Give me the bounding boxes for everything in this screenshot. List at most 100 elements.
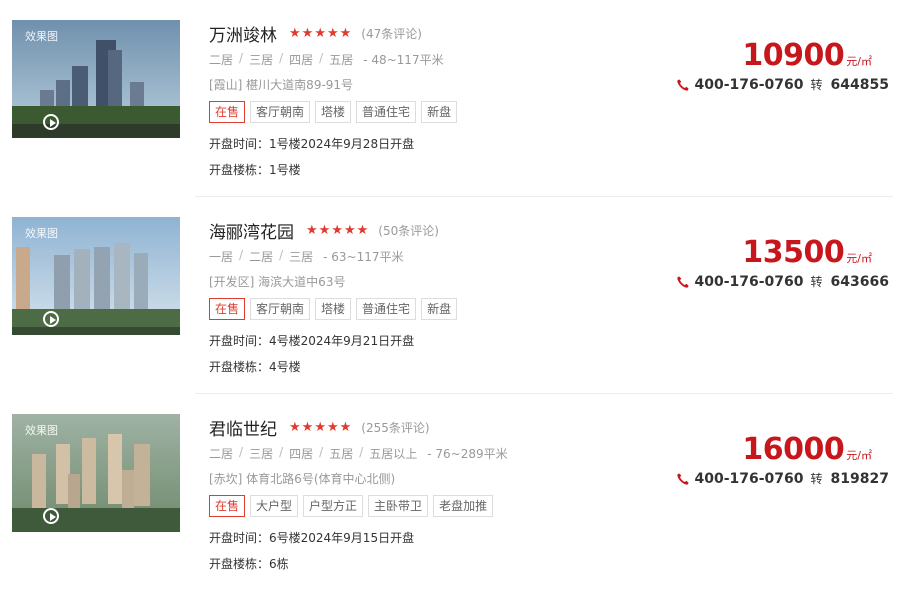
price-value: 10900 — [742, 38, 845, 73]
star-icon: ★ — [326, 419, 339, 435]
star-icon: ★ — [301, 419, 314, 435]
tag: 塔楼 — [315, 101, 352, 123]
price-value: 16000 — [742, 432, 845, 467]
room-type: 二居 — [249, 250, 274, 264]
separator: / — [279, 445, 284, 459]
tag-on-sale: 在售 — [209, 495, 246, 517]
room-type: 五居以上 — [369, 447, 418, 461]
separator: / — [279, 51, 284, 65]
phone-contact[interactable]: 400-176-0760 转 644855 — [676, 76, 889, 93]
room-type: 二居 — [209, 53, 234, 67]
rating-stars: ★ ★ ★ ★ ★ — [289, 421, 351, 434]
separator: / — [319, 445, 324, 459]
listing-card[interactable]: 效果图 海郦湾花园 ★ ★ ★ ★ ★ (50条评论) 一居 / 二居 / 三居 - 63~… — [0, 197, 907, 394]
room-type: 二居 — [209, 447, 234, 461]
open-time: 开盘时间：1号楼2024年9月28日开盘 — [209, 137, 415, 151]
separator: / — [279, 248, 284, 262]
room-type: 四居 — [289, 447, 314, 461]
star-icon: ★ — [289, 25, 301, 41]
review-count[interactable]: (50条评论) — [378, 222, 439, 239]
open-building: 开盘楼栋：4号楼 — [209, 360, 301, 374]
ext-label: 转 — [810, 275, 823, 289]
phone-number: 400-176-0760 — [694, 273, 804, 290]
listing-card[interactable]: 效果图 君临世纪 ★ ★ ★ ★ ★ (255条评论) 二居 / 三居 / 四居 / 五居 / … — [0, 394, 907, 591]
play-icon[interactable] — [43, 311, 59, 327]
title-row: 海郦湾花园 ★ ★ ★ ★ ★ (50条评论) — [209, 217, 439, 243]
image-tag: 效果图 — [25, 424, 58, 437]
tag-on-sale: 在售 — [209, 298, 246, 320]
listing-card[interactable]: 效果图 万洲竣林 ★ ★ ★ ★ ★ (47条评论) 二居 / 三居 / 四居 / 五居 - … — [0, 0, 907, 197]
phone-icon — [677, 78, 690, 91]
listing-title[interactable]: 君临世纪 — [209, 415, 277, 440]
tag: 新盘 — [421, 298, 458, 320]
star-icon: ★ — [289, 419, 301, 435]
room-types: 二居 / 三居 / 四居 / 五居 / 五居以上 - 76~289平米 — [209, 445, 508, 462]
room-type: 三居 — [249, 53, 274, 67]
tag: 老盘加推 — [433, 495, 494, 517]
play-icon[interactable] — [43, 508, 59, 524]
tag: 大户型 — [250, 495, 299, 517]
listing-title[interactable]: 海郦湾花园 — [209, 218, 294, 243]
play-icon[interactable] — [43, 114, 59, 130]
tag: 户型方正 — [303, 495, 364, 517]
tag-list: 在售 大户型 户型方正 主卧带卫 老盘加推 — [209, 495, 494, 517]
listing-image[interactable]: 效果图 — [12, 414, 180, 532]
area-range: - 48~117平米 — [363, 53, 444, 67]
phone-number: 400-176-0760 — [694, 470, 804, 487]
separator: / — [319, 51, 324, 65]
image-tag: 效果图 — [25, 227, 58, 240]
address: [霞山] 椹川大道南89-91号 — [209, 78, 354, 92]
star-icon: ★ — [314, 25, 326, 41]
phone-icon — [677, 275, 690, 288]
title-row: 万洲竣林 ★ ★ ★ ★ ★ (47条评论) — [209, 20, 422, 46]
tag-list: 在售 客厅朝南 塔楼 普通住宅 新盘 — [209, 298, 458, 320]
separator: / — [239, 248, 244, 262]
room-type: 五居 — [329, 447, 354, 461]
listing-title[interactable]: 万洲竣林 — [209, 21, 277, 46]
ext-label: 转 — [810, 472, 823, 486]
phone-contact[interactable]: 400-176-0760 转 819827 — [676, 470, 889, 487]
tag-list: 在售 客厅朝南 塔楼 普通住宅 新盘 — [209, 101, 458, 123]
star-icon: ★ — [343, 222, 356, 238]
room-type: 四居 — [289, 53, 314, 67]
room-types: 二居 / 三居 / 四居 / 五居 - 48~117平米 — [209, 51, 444, 68]
phone-contact[interactable]: 400-176-0760 转 643666 — [676, 273, 889, 290]
room-type: 一居 — [209, 250, 234, 264]
tag: 塔楼 — [315, 298, 352, 320]
open-building: 开盘楼栋：1号楼 — [209, 163, 301, 177]
phone-ext: 644855 — [830, 76, 889, 93]
tag: 客厅朝南 — [250, 298, 311, 320]
open-building: 开盘楼栋：6栋 — [209, 557, 289, 571]
tag: 主卧带卫 — [368, 495, 429, 517]
rating-stars: ★ ★ ★ ★ ★ — [289, 27, 351, 40]
image-tag: 效果图 — [25, 30, 58, 43]
listing-image[interactable]: 效果图 — [12, 20, 180, 138]
tag-on-sale: 在售 — [209, 101, 246, 123]
tag: 普通住宅 — [356, 101, 417, 123]
tag: 普通住宅 — [356, 298, 417, 320]
area-range: - 63~117平米 — [323, 250, 404, 264]
star-icon: ★ — [356, 222, 369, 238]
price-value: 13500 — [742, 235, 845, 270]
open-time: 开盘时间：6号楼2024年9月15日开盘 — [209, 531, 415, 545]
separator: / — [359, 445, 364, 459]
price: 10900 元/㎡ — [742, 38, 872, 73]
room-type: 三居 — [289, 250, 314, 264]
review-count[interactable]: (47条评论) — [361, 25, 422, 42]
phone-ext: 819827 — [830, 470, 889, 487]
star-icon: ★ — [318, 222, 331, 238]
title-row: 君临世纪 ★ ★ ★ ★ ★ (255条评论) — [209, 414, 430, 440]
price-unit: 元/㎡ — [846, 449, 872, 462]
rating-stars: ★ ★ ★ ★ ★ — [306, 224, 368, 237]
price-unit: 元/㎡ — [846, 252, 872, 265]
tag: 新盘 — [421, 101, 458, 123]
room-type: 三居 — [249, 447, 274, 461]
open-time: 开盘时间：4号楼2024年9月21日开盘 — [209, 334, 415, 348]
price: 16000 元/㎡ — [742, 432, 872, 467]
room-types: 一居 / 二居 / 三居 - 63~117平米 — [209, 248, 404, 265]
listing-image[interactable]: 效果图 — [12, 217, 180, 335]
area-range: - 76~289平米 — [427, 447, 508, 461]
phone-icon — [677, 472, 690, 485]
review-count[interactable]: (255条评论) — [361, 419, 429, 436]
address: [赤坎] 体育北路6号(体育中心北侧) — [209, 472, 396, 486]
